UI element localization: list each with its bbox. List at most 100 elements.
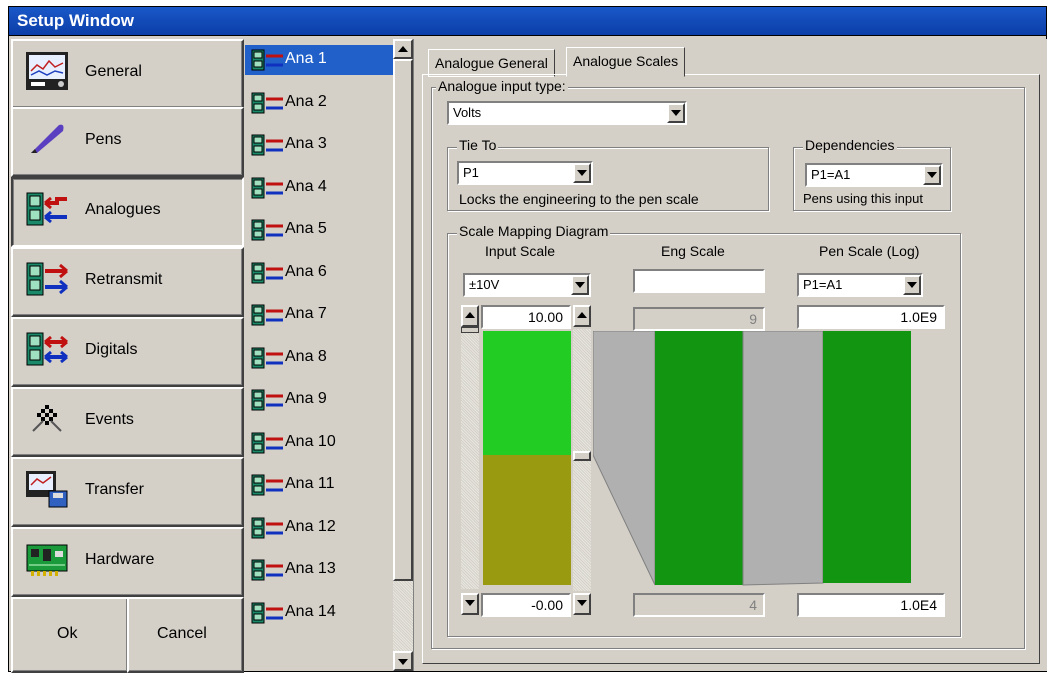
retransmit-arrows-icon bbox=[26, 262, 68, 296]
dependencies-label: Dependencies bbox=[803, 137, 897, 153]
nav-digitals-button[interactable]: Digitals bbox=[11, 317, 244, 387]
channel-list-item[interactable]: Ana 13 bbox=[245, 555, 393, 585]
nav-pens-button[interactable]: Pens bbox=[11, 107, 244, 177]
input-scale-label: Input Scale bbox=[485, 243, 556, 259]
ok-button[interactable]: Ok bbox=[11, 597, 129, 673]
input-type-dropdown-button[interactable] bbox=[667, 103, 685, 123]
dependencies-dropdown-button[interactable] bbox=[923, 165, 941, 185]
channel-label: Ana 8 bbox=[285, 347, 327, 365]
input-max-up-spinner[interactable] bbox=[461, 305, 479, 327]
nav-general-button[interactable]: General bbox=[11, 39, 244, 109]
tab-analogue-general[interactable]: Analogue General bbox=[428, 49, 555, 77]
channel-list-item[interactable]: Ana 7 bbox=[245, 300, 393, 330]
tie-to-note: Locks the engineering to the pen scale bbox=[459, 191, 699, 207]
eng-scale-units-field[interactable] bbox=[633, 269, 765, 293]
channel-list: Ana 1 Ana 2 Ana 3 Ana 4 Ana 5 Ana 6 Ana 7 Ana 8… bbox=[245, 39, 395, 671]
pen-scale-bar bbox=[823, 331, 911, 583]
nav-hardware-label: Hardware bbox=[85, 551, 155, 568]
input-scale-used-bar bbox=[483, 331, 571, 455]
channel-label: Ana 6 bbox=[285, 262, 327, 280]
channel-list-item[interactable]: Ana 9 bbox=[245, 385, 393, 415]
channel-label: Ana 1 bbox=[285, 50, 327, 67]
channel-list-item[interactable]: Ana 10 bbox=[245, 428, 393, 458]
input-type-select[interactable]: Volts bbox=[447, 101, 687, 125]
input-max-slider-track[interactable] bbox=[461, 327, 479, 589]
window-client: General Pens Analogues Retransmit Digita… bbox=[9, 36, 1047, 673]
quill-pen-icon bbox=[31, 124, 64, 153]
channel-label: Ana 4 bbox=[285, 177, 327, 195]
scale-mapping-shapes bbox=[593, 331, 911, 586]
channel-label: Ana 14 bbox=[285, 602, 336, 620]
analogue-channel-icon bbox=[251, 49, 283, 71]
input-min-slider-thumb[interactable] bbox=[573, 451, 591, 461]
pen-max-field[interactable]: 1.0E9 bbox=[797, 305, 945, 329]
pen-scale-dropdown-button[interactable] bbox=[903, 275, 921, 295]
pen-scale-value: P1=A1 bbox=[803, 277, 843, 292]
nav-analogues-button[interactable]: Analogues bbox=[11, 177, 244, 247]
tab-analogue-scales[interactable]: Analogue Scales bbox=[566, 47, 686, 77]
eng-to-pen-mapping bbox=[742, 331, 824, 586]
nav-transfer-button[interactable]: Transfer bbox=[11, 457, 244, 527]
nav-events-button[interactable]: Events bbox=[11, 387, 244, 457]
tie-to-value: P1 bbox=[463, 165, 479, 180]
dependencies-value: P1=A1 bbox=[811, 167, 851, 182]
input-max-field[interactable]: 10.00 bbox=[481, 305, 571, 329]
channel-list-item[interactable]: Ana 12 bbox=[245, 513, 393, 543]
channel-list-item[interactable]: Ana 4 bbox=[245, 173, 393, 203]
settings-panel: Analogue General Analogue Scales Analogu… bbox=[413, 39, 1047, 671]
nav-retransmit-label: Retransmit bbox=[85, 271, 163, 288]
analogue-channel-icon bbox=[251, 177, 283, 198]
channel-label: Ana 3 bbox=[285, 135, 327, 152]
down-arrow-icon bbox=[398, 659, 408, 665]
channel-list-item[interactable]: Ana 8 bbox=[245, 343, 393, 373]
channel-label: Ana 11 bbox=[285, 475, 335, 492]
up-arrow-icon bbox=[465, 312, 475, 318]
tie-to-label: Tie To bbox=[457, 137, 499, 153]
digital-arrows-icon bbox=[26, 332, 68, 366]
analogue-channel-icon bbox=[251, 602, 283, 623]
analogue-channel-icon bbox=[251, 474, 283, 496]
channel-list-item[interactable]: Ana 3 bbox=[245, 130, 393, 160]
channel-list-item[interactable]: Ana 11 bbox=[245, 470, 393, 500]
channel-list-item[interactable]: Ana 5 bbox=[245, 215, 393, 245]
nav-general-label: General bbox=[85, 63, 142, 80]
analogue-channel-icon bbox=[251, 432, 283, 453]
channel-list-item[interactable]: Ana 14 bbox=[245, 598, 393, 628]
scroll-down-button[interactable] bbox=[393, 651, 413, 671]
chevron-down-icon bbox=[575, 282, 585, 288]
transfer-icon bbox=[26, 471, 68, 508]
up-arrow-icon bbox=[577, 312, 587, 318]
pen-min-field[interactable]: 1.0E4 bbox=[797, 593, 945, 617]
input-max-spinner[interactable] bbox=[573, 305, 591, 327]
cancel-label: Cancel bbox=[157, 625, 207, 642]
tab-page: Analogue input type: Volts Tie To P1 Loc… bbox=[422, 74, 1040, 664]
cancel-button[interactable]: Cancel bbox=[127, 597, 244, 673]
input-min-field[interactable]: -0.00 bbox=[481, 593, 571, 617]
channel-list-item[interactable]: Ana 6 bbox=[245, 258, 393, 288]
channel-list-scrollbar[interactable] bbox=[393, 39, 413, 671]
chevron-down-icon bbox=[927, 172, 937, 178]
pen-scale-select[interactable]: P1=A1 bbox=[797, 273, 923, 297]
scroll-thumb[interactable] bbox=[393, 59, 413, 581]
analogue-channel-icon bbox=[251, 134, 283, 156]
dependencies-select[interactable]: P1=A1 bbox=[805, 163, 943, 187]
tie-to-dropdown-button[interactable] bbox=[573, 163, 591, 183]
analogue-channel-icon bbox=[251, 559, 283, 581]
input-range-select[interactable]: ±10V bbox=[463, 273, 591, 297]
channel-label: Ana 12 bbox=[285, 517, 336, 535]
input-max-slider-thumb[interactable] bbox=[461, 327, 479, 333]
chevron-down-icon bbox=[577, 170, 587, 176]
tie-to-select[interactable]: P1 bbox=[457, 161, 593, 185]
input-min-down-spinner[interactable] bbox=[461, 593, 479, 615]
nav-hardware-button[interactable]: Hardware bbox=[11, 527, 244, 597]
eng-max-field: 9 bbox=[633, 307, 765, 331]
nav-retransmit-button[interactable]: Retransmit bbox=[11, 247, 244, 317]
input-range-dropdown-button[interactable] bbox=[571, 275, 589, 295]
scroll-up-button[interactable] bbox=[393, 39, 413, 59]
input-min-spinner[interactable] bbox=[573, 593, 591, 615]
channel-list-item[interactable]: Ana 2 bbox=[245, 88, 393, 118]
channel-list-item[interactable]: Ana 1 bbox=[245, 45, 393, 75]
nav-analogues-label: Analogues bbox=[85, 201, 161, 218]
nav-transfer-label: Transfer bbox=[85, 481, 144, 498]
input-type-label: Analogue input type: bbox=[436, 78, 568, 94]
